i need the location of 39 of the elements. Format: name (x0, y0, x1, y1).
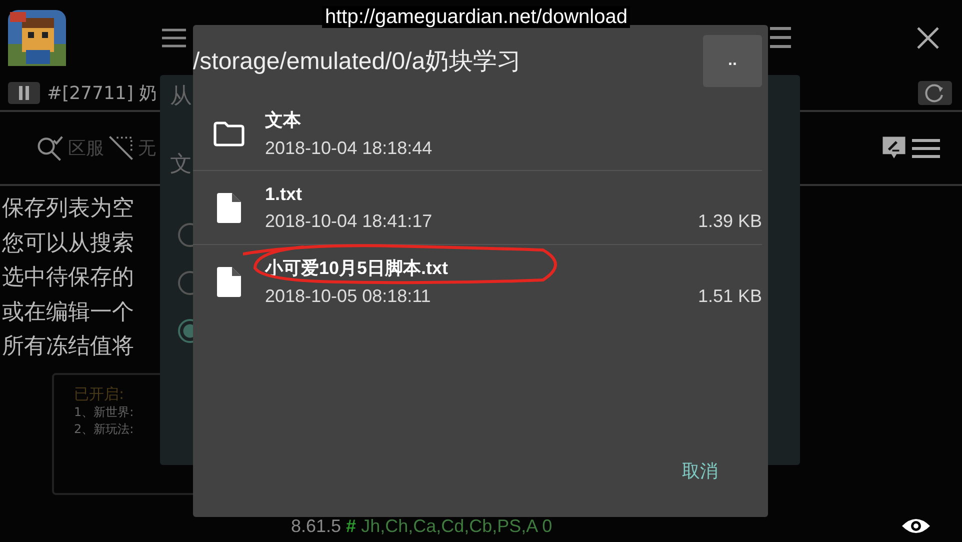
file-entry[interactable]: 文本 2018-10-04 18:18:44 (193, 97, 762, 170)
pause-icon (18, 86, 30, 100)
file-date: 2018-10-04 18:18:44 (265, 138, 432, 159)
info-text: 保存列表为空 (2, 195, 134, 223)
flags-text: Jh,Ch,Ca,Cd,Cb,PS,A 0 (361, 516, 552, 537)
deselect-icon[interactable] (108, 135, 134, 161)
hash-mark: # (346, 516, 356, 537)
file-date: 2018-10-04 18:41:17 (265, 210, 432, 232)
process-label: #[27711] 奶 (47, 82, 158, 105)
file-date: 2018-10-05 08:18:11 (265, 286, 431, 307)
eye-icon[interactable] (901, 516, 931, 536)
notice-title: 已开启: (74, 384, 126, 404)
pause-button[interactable] (8, 82, 40, 104)
file-size: 1.51 KB (698, 286, 762, 307)
info-text: 所有冻结值将 (2, 333, 134, 361)
refresh-button[interactable] (918, 81, 952, 105)
file-name: 文本 (265, 109, 302, 132)
info-text: 您可以从搜索 (2, 230, 134, 258)
path-title: /storage/emulated/0/a奶块学习 (193, 47, 522, 77)
file-entry[interactable]: 小可爱10月5日脚本.txt 2018-10-05 08:18:11 1.51 KB (193, 244, 762, 318)
file-name: 小可爱10月5日脚本.txt (265, 257, 450, 280)
dialog-label: 文 (170, 151, 192, 179)
url-banner: http://gameguardian.net/download (322, 6, 630, 28)
close-icon[interactable] (916, 26, 940, 50)
file-size: 1.39 KB (698, 210, 762, 232)
info-text: 选中待保存的 (2, 264, 134, 292)
edit-icon[interactable] (880, 135, 908, 161)
dialog-title: 从 (170, 83, 192, 111)
parent-folder-button[interactable]: .. (703, 35, 762, 87)
server-label: 区服 (68, 137, 104, 160)
file-entry[interactable]: 1.txt 2018-10-04 18:41:17 1.39 KB (193, 170, 762, 244)
version-text: 8.61.5 (291, 516, 342, 537)
cancel-button[interactable]: 取消 (674, 455, 726, 487)
search-icon[interactable] (36, 134, 64, 162)
notice-text: 2、新玩法: (74, 420, 135, 438)
info-text: 或在编辑一个 (2, 298, 134, 326)
notice-text: 1、新世界: (74, 404, 135, 420)
file-name: 1.txt (265, 184, 304, 204)
none-label: 无 (138, 137, 156, 160)
